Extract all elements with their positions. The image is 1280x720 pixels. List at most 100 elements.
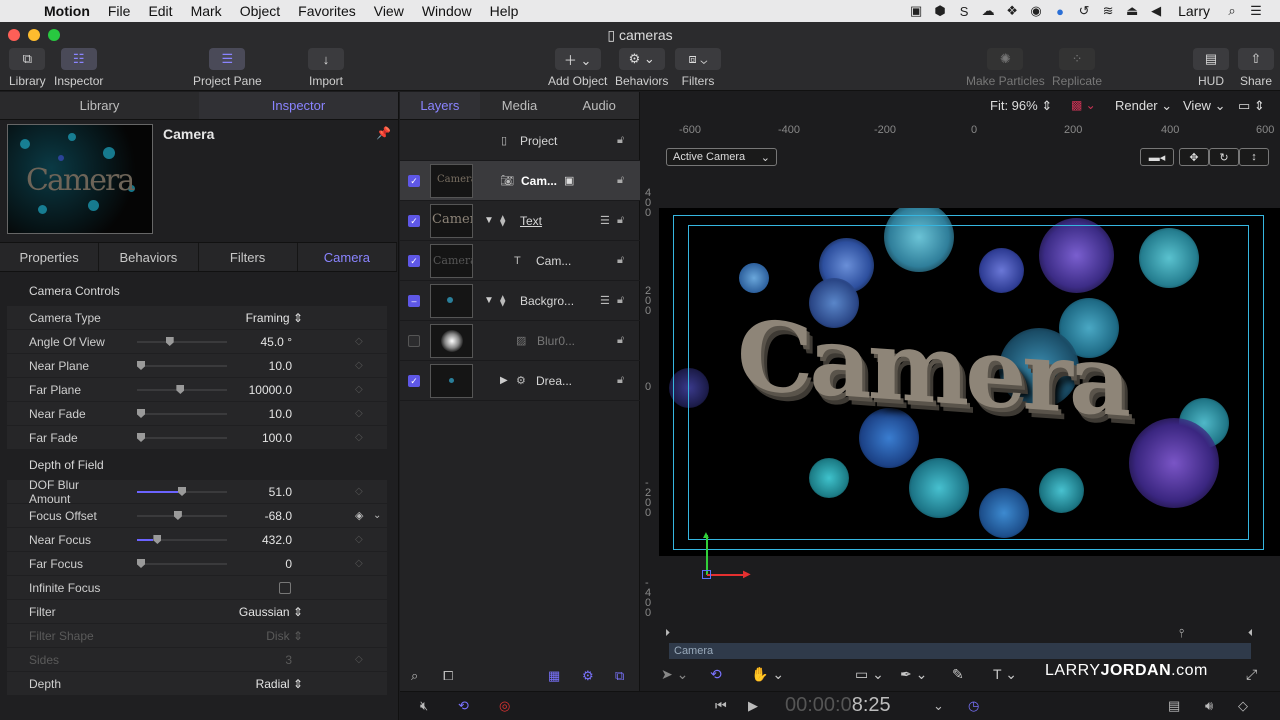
channels-icon[interactable]: ▩ ⌄ xyxy=(1071,98,1096,112)
layer-checkbox[interactable]: ✓ xyxy=(408,374,420,387)
keyframe-nav-icon[interactable]: ◇ xyxy=(1238,698,1248,714)
menu-favorites[interactable]: Favorites xyxy=(289,3,365,19)
fullscreen-icon[interactable]: ⤢ xyxy=(1246,666,1257,683)
cloud-status-icon[interactable]: ☁ xyxy=(976,3,1000,19)
chevron-down-icon[interactable]: ⌄ xyxy=(373,510,381,521)
keyframe-diamond-icon[interactable]: ◇ xyxy=(355,558,363,569)
search-icon[interactable]: ⌕ xyxy=(411,668,418,684)
layer-row[interactable]: ✓ Camera ▼ ⧫ Text ☰ 🔓︎ xyxy=(400,201,640,241)
z-axis-handle[interactable] xyxy=(702,570,711,579)
slider-knob[interactable] xyxy=(137,361,145,370)
angle-of-view-slider[interactable] xyxy=(137,337,227,346)
timecode-display[interactable]: 00:00:08:25 xyxy=(785,694,891,717)
tab-media[interactable]: Media xyxy=(480,92,560,119)
record-icon[interactable]: ◎ xyxy=(499,698,510,714)
lock-icon[interactable]: 🔓︎ xyxy=(617,134,624,147)
inspector-button[interactable]: ☷ Inspector xyxy=(54,48,103,88)
pin-icon[interactable]: 📌 xyxy=(376,126,391,140)
near-plane-value[interactable]: 10.0 xyxy=(222,359,292,373)
layer-checkbox[interactable]: ✓ xyxy=(408,174,420,187)
slider-knob[interactable] xyxy=(137,409,145,418)
keyframe-diamond-icon[interactable]: ◇ xyxy=(355,654,363,665)
camera-status-icon[interactable]: ▣ xyxy=(904,3,928,19)
timing-icon[interactable]: ◷ xyxy=(968,698,979,714)
tab-audio[interactable]: Audio xyxy=(559,92,639,119)
fit-zoom-popup[interactable]: Fit: 96% ⇕ xyxy=(990,98,1052,114)
share-button[interactable]: ⇧ Share xyxy=(1238,48,1274,88)
sides-value[interactable]: 3 xyxy=(222,653,292,667)
disclosure-closed-icon[interactable]: ▶ xyxy=(500,375,508,386)
timeline-bar[interactable]: Camera xyxy=(669,643,1251,659)
make-particles-button[interactable]: ✺ Make Particles xyxy=(966,48,1045,88)
tab-library[interactable]: Library xyxy=(0,92,199,119)
timeline-icon[interactable]: ▤ xyxy=(1168,698,1180,714)
infinite-focus-checkbox[interactable] xyxy=(279,581,291,594)
playhead-icon[interactable]: ⫯ xyxy=(1179,626,1184,641)
filters-toggle-icon[interactable]: ⧉ xyxy=(615,668,624,684)
filters-button[interactable]: ⧈ ⌄ Filters xyxy=(675,48,721,88)
user-name[interactable]: Larry xyxy=(1168,3,1220,19)
x-axis-handle[interactable] xyxy=(707,574,747,576)
lock-icon[interactable]: 🔓︎ xyxy=(617,334,624,347)
menu-window[interactable]: Window xyxy=(413,3,481,19)
import-button[interactable]: ↓ Import xyxy=(308,48,344,88)
play-icon[interactable]: ▶ xyxy=(748,698,758,714)
slider-knob[interactable] xyxy=(178,487,186,496)
layer-checkbox[interactable] xyxy=(408,334,420,347)
paint-tool-icon[interactable]: ✎ xyxy=(952,666,964,683)
slider-knob[interactable] xyxy=(173,511,182,520)
hand-tool-icon[interactable]: ✋ ⌄ xyxy=(751,666,784,683)
slider-knob[interactable] xyxy=(137,433,145,442)
eject-icon[interactable]: ⏏ xyxy=(1120,3,1144,19)
keyframe-diamond-icon[interactable]: ◇ xyxy=(355,432,363,443)
keyframe-diamond-icon[interactable]: ◇ xyxy=(355,534,363,545)
behaviors-button[interactable]: ⚙ ⌄ Behaviors xyxy=(615,48,668,88)
near-fade-slider[interactable] xyxy=(137,409,227,418)
project-pane-button[interactable]: ☰ Project Pane xyxy=(193,48,262,88)
add-group-icon[interactable]: ⧠ xyxy=(443,668,453,684)
layout-icon[interactable]: ▭ ⇕ xyxy=(1238,98,1265,114)
blue-dot-icon[interactable]: ● xyxy=(1048,4,1072,19)
far-fade-value[interactable]: 100.0 xyxy=(222,431,292,445)
add-keyframe-icon[interactable]: ◈ xyxy=(355,509,363,522)
far-focus-slider[interactable] xyxy=(137,559,227,568)
near-focus-slider[interactable] xyxy=(137,535,227,544)
keyframe-diamond-icon[interactable]: ◇ xyxy=(355,408,363,419)
tab-filters[interactable]: Filters xyxy=(199,243,298,271)
menu-mark[interactable]: Mark xyxy=(182,3,231,19)
slider-knob[interactable] xyxy=(137,559,145,568)
mute-icon[interactable]: 🔇︎ xyxy=(420,698,428,714)
slider-knob[interactable] xyxy=(165,337,174,346)
near-plane-slider[interactable] xyxy=(137,361,227,370)
layer-row[interactable]: ✓ Camera 📷︎ Cam... ▣ 🔓︎ xyxy=(400,161,640,201)
box-status-icon[interactable]: ⬢ xyxy=(928,3,952,19)
dolly-icon[interactable]: ↕ xyxy=(1239,148,1269,166)
slider-knob[interactable] xyxy=(176,385,185,394)
menu-view[interactable]: View xyxy=(365,3,413,19)
tab-camera[interactable]: Camera xyxy=(298,243,397,271)
menu-help[interactable]: Help xyxy=(481,3,528,19)
s-status-icon[interactable]: S xyxy=(952,4,976,19)
play-range-end-icon[interactable]: ⏴ xyxy=(1248,628,1253,639)
layer-row[interactable]: – ▼ ⧫ Backgro... ☰ 🔓︎ xyxy=(400,281,640,321)
dropbox-icon[interactable]: ❖ xyxy=(1000,3,1024,19)
add-object-button[interactable]: ＋ ⌄ Add Object xyxy=(548,48,607,88)
volume-icon[interactable]: ◀ xyxy=(1144,3,1168,19)
lock-icon[interactable]: 🔓︎ xyxy=(617,214,624,227)
play-range-start-icon[interactable]: ⏵ xyxy=(665,628,670,639)
rotate-icon[interactable]: ↻ xyxy=(1209,148,1239,166)
far-plane-value[interactable]: 10000.0 xyxy=(222,383,292,397)
slider-knob[interactable] xyxy=(153,535,162,544)
near-fade-value[interactable]: 10.0 xyxy=(222,407,292,421)
bezier-tool-icon[interactable]: ✒ ⌄ xyxy=(900,666,927,683)
menu-app-name[interactable]: Motion xyxy=(40,3,99,19)
tab-layers[interactable]: Layers xyxy=(400,92,480,119)
lock-icon[interactable]: 🔓︎ xyxy=(617,174,624,187)
keyframe-diamond-icon[interactable]: ◇ xyxy=(355,486,363,497)
search-icon[interactable]: ⌕ xyxy=(1220,3,1244,19)
checker-icon[interactable]: ▦ xyxy=(548,668,560,684)
camera-type-popup[interactable]: Framing ⇕ xyxy=(207,311,303,325)
focus-offset-slider[interactable] xyxy=(137,511,227,520)
go-to-start-icon[interactable]: ⏮ xyxy=(715,698,727,714)
chevron-down-icon[interactable]: ⌄ xyxy=(933,698,944,714)
